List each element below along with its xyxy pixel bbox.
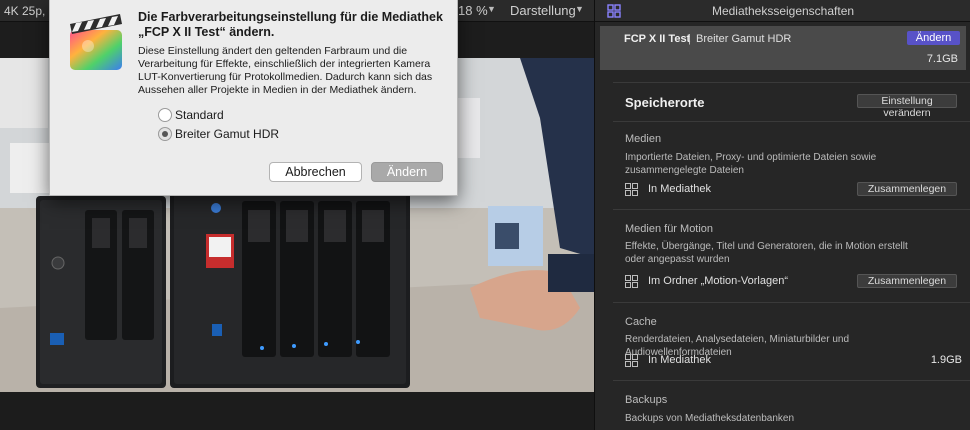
confirm-change-button[interactable]: Ändern: [371, 162, 443, 182]
radio-label: Standard: [175, 108, 224, 122]
storage-title: Speicherorte: [625, 95, 705, 110]
cancel-button[interactable]: Abbrechen: [269, 162, 362, 182]
library-gamut: Breiter Gamut HDR: [696, 33, 792, 45]
divider: [613, 380, 970, 381]
backups-description: Backups von Mediatheksdatenbanken: [625, 413, 795, 424]
color-processing-dialog: Die Farbverarbeitungseinstellung für die…: [49, 0, 458, 196]
chevron-down-icon[interactable]: ▼: [487, 4, 496, 14]
radio-button[interactable]: [158, 127, 172, 141]
divider: [613, 302, 970, 303]
dialog-title: Die Farbverarbeitungseinstellung für die…: [138, 10, 443, 39]
media-description: Importierte Dateien, Proxy- und optimier…: [625, 152, 877, 176]
inspector-title: Mediatheksseigenschaften: [711, 4, 855, 18]
divider: [613, 209, 970, 210]
divider: [613, 121, 970, 122]
motion-title: Medien für Motion: [625, 223, 714, 235]
final-cut-pro-icon: [70, 14, 122, 70]
backups-title: Backups: [625, 394, 668, 406]
change-color-button[interactable]: Ändern: [907, 31, 960, 45]
radio-label: Breiter Gamut HDR: [175, 127, 280, 141]
divider: [613, 82, 970, 83]
library-size: 7.1GB: [926, 53, 958, 65]
chevron-down-icon[interactable]: ▼: [575, 4, 584, 14]
zoom-menu[interactable]: 18 %: [458, 3, 488, 18]
viewer: 4K 25p, 18 % ▼ Darstellung ▼ Die Farbver…: [0, 0, 594, 430]
library-card: FCP X II Test | Breiter Gamut HDR Ändern…: [600, 26, 966, 70]
dialog-body: Diese Einstellung ändert den geltenden F…: [138, 45, 433, 96]
cache-size: 1.9GB: [930, 354, 962, 366]
library-grid-icon: [625, 275, 638, 288]
consolidate-motion-button[interactable]: Zusammenlegen: [857, 274, 957, 288]
cache-title: Cache: [625, 316, 657, 328]
media-location: In Mediathek: [648, 183, 711, 195]
cache-location: In Mediathek: [648, 354, 711, 366]
view-menu[interactable]: Darstellung: [510, 3, 576, 18]
media-title: Medien: [625, 133, 662, 145]
library-name: FCP X II Test: [624, 33, 691, 45]
motion-location: Im Ordner „Motion-Vorlagen“: [648, 275, 788, 287]
viewer-bottom: [0, 392, 594, 430]
format-label: 4K 25p,: [4, 4, 46, 18]
library-grid-icon: [625, 354, 638, 367]
consolidate-media-button[interactable]: Zusammenlegen: [857, 182, 957, 196]
library-separator: |: [688, 33, 691, 45]
motion-description: Effekte, Übergänge, Titel und Generatore…: [625, 241, 908, 265]
library-properties-inspector: Mediatheksseigenschaften FCP X II Test |…: [594, 0, 970, 430]
change-storage-button[interactable]: Einstellung verändern: [857, 94, 957, 119]
radio-button[interactable]: [158, 108, 172, 122]
inspector-header: Mediatheksseigenschaften: [595, 0, 970, 22]
library-grid-icon: [625, 183, 638, 196]
